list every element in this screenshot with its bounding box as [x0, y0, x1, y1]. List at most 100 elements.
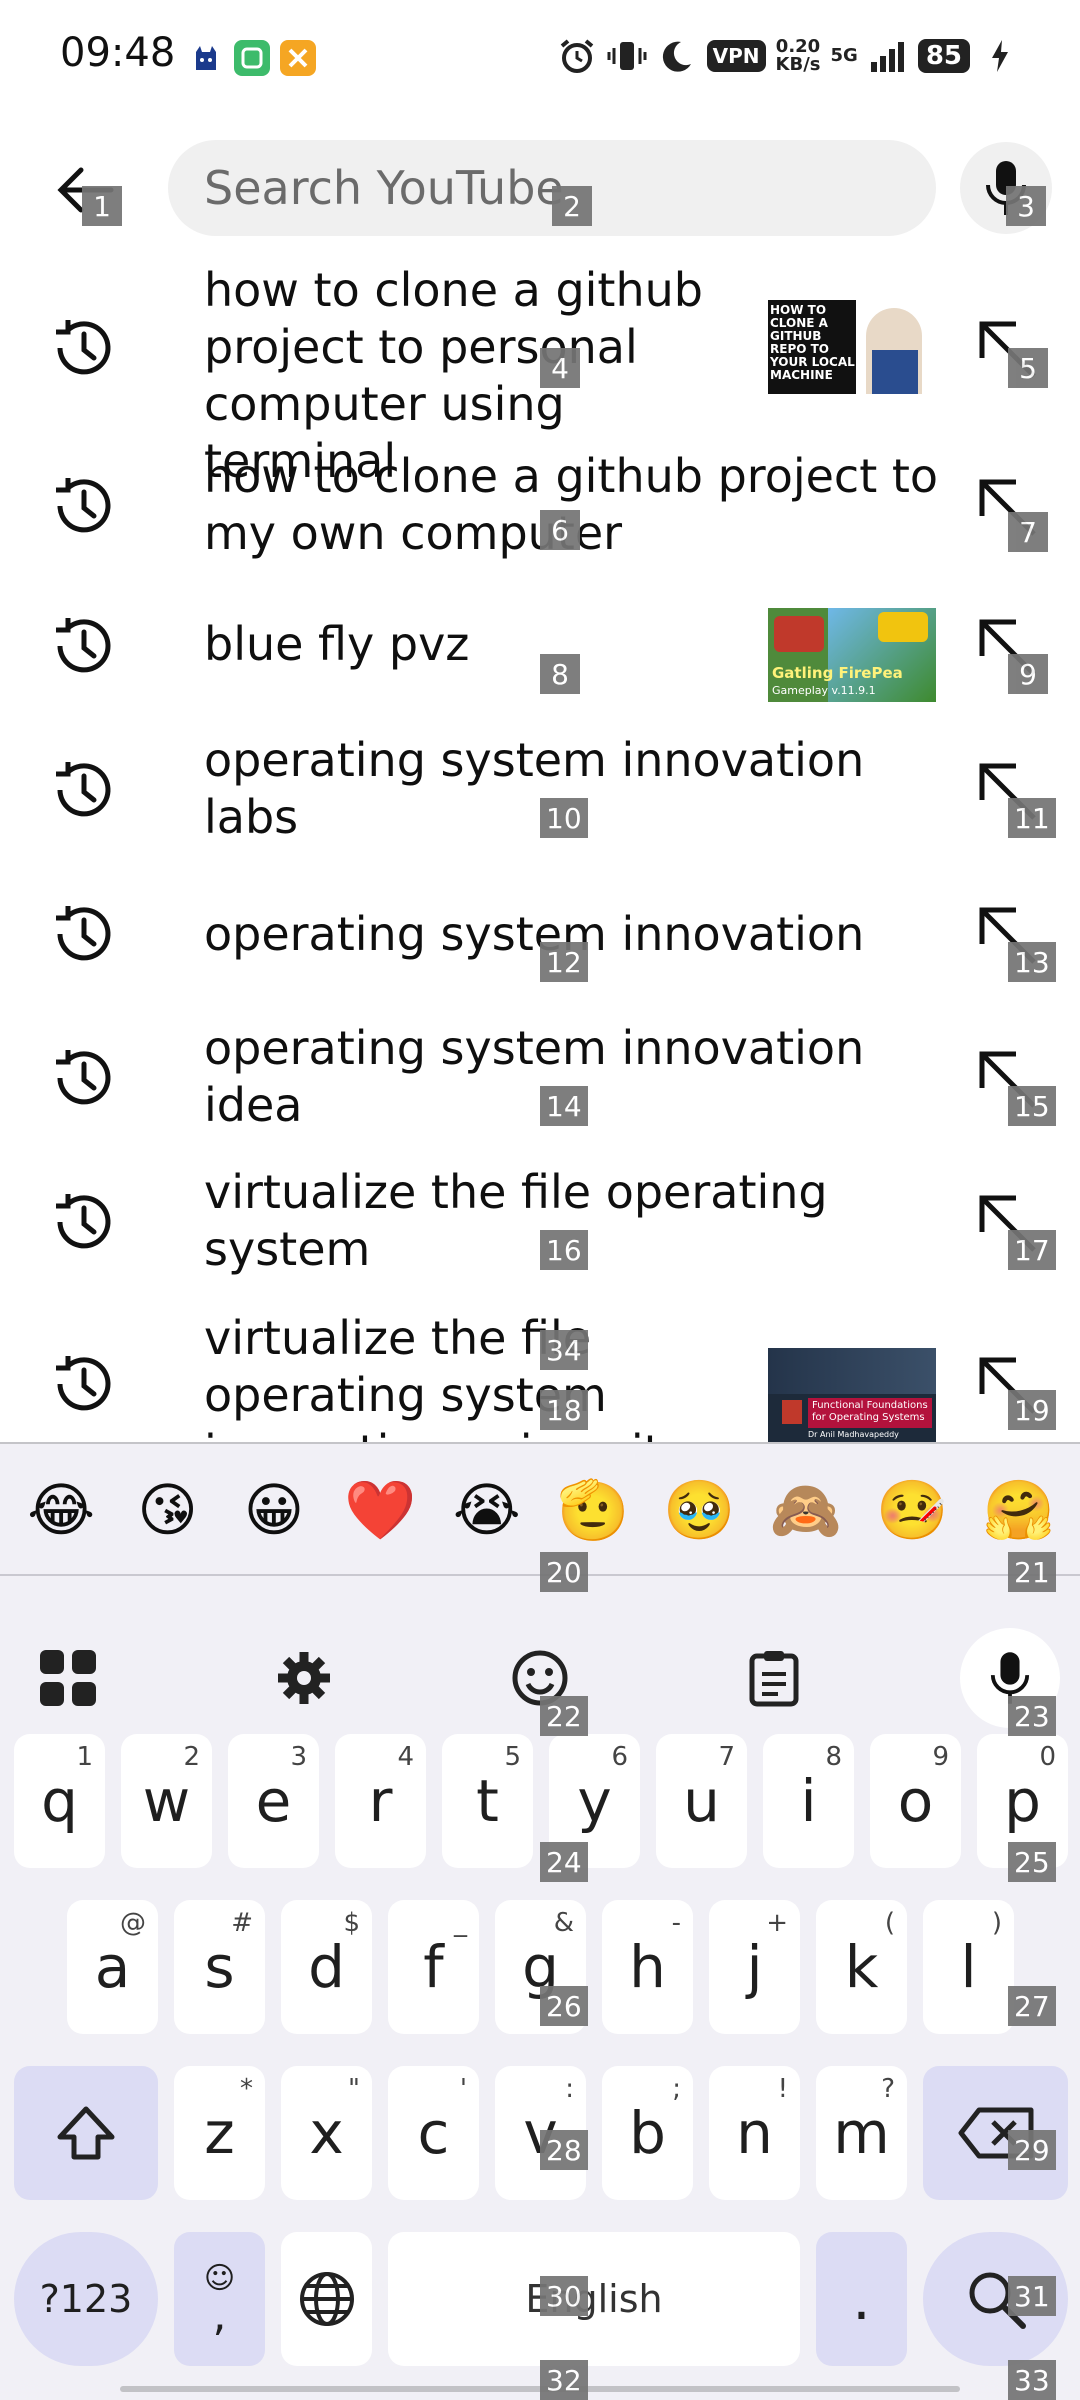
key-a[interactable]: a @ — [67, 1900, 158, 2034]
key-n[interactable]: n! — [709, 2066, 800, 2200]
key-hint: $ — [343, 1908, 360, 1938]
symbols-key[interactable]: ?123 — [14, 2232, 158, 2366]
key-h[interactable]: h- — [602, 1900, 693, 2034]
key-hint: 6 — [611, 1742, 628, 1772]
thumbnail-caption: Gatling FirePea — [772, 664, 903, 682]
apps-grid-button[interactable] — [28, 1638, 108, 1718]
key-c[interactable]: c ' — [388, 2066, 479, 2200]
key-label: l — [960, 1933, 977, 2001]
app-notification-icon — [234, 40, 270, 76]
space-key[interactable]: English — [388, 2232, 800, 2366]
globe-icon — [299, 2272, 354, 2326]
key-hint: ( — [884, 1908, 895, 1938]
language-key[interactable] — [281, 2232, 372, 2366]
key-j[interactable]: j + — [709, 1900, 800, 2034]
clipboard-button[interactable] — [734, 1638, 814, 1718]
key-label: h — [629, 1933, 666, 2001]
element-index-badge: 4 — [540, 348, 580, 388]
key-x[interactable]: x " — [281, 2066, 372, 2200]
keyboard-settings-button[interactable] — [264, 1638, 344, 1718]
key-hint: # — [231, 1908, 253, 1938]
emoji-key[interactable]: 😂 — [16, 1476, 106, 1544]
key-label: x — [309, 2099, 344, 2167]
key-q[interactable]: q1 — [14, 1734, 105, 1868]
emoji-key[interactable]: 🙈 — [761, 1476, 851, 1545]
key-hint: ; — [672, 2074, 681, 2104]
key-label: s — [204, 1933, 235, 2001]
suggestion-item[interactable]: how to clone a github project to my own … — [0, 442, 1080, 572]
key-hint: ' — [459, 2074, 467, 2104]
emoji-key[interactable]: 😭 — [442, 1476, 532, 1544]
emoji-key[interactable]: 😘 — [123, 1476, 213, 1544]
emoji-key[interactable]: 🥹 — [655, 1476, 745, 1545]
suggestion-text: virtualize the file operating system inn… — [204, 1311, 689, 1442]
suggestion-text: blue fly pvz — [204, 617, 470, 671]
element-index-badge: 9 — [1008, 654, 1048, 694]
key-hint: * — [240, 2074, 253, 2104]
do-not-disturb-moon-icon — [657, 36, 697, 76]
key-u[interactable]: u7 — [656, 1734, 747, 1868]
emoji-key[interactable]: 🫡 — [548, 1476, 638, 1545]
suggestion-item[interactable]: how to clone a github project to persona… — [0, 262, 1080, 488]
key-hint: 5 — [504, 1742, 521, 1772]
network-speed: 0.20 KB/s — [776, 38, 821, 74]
alarm-icon — [557, 36, 597, 76]
key-hint: - — [671, 1908, 681, 1938]
key-k[interactable]: k( — [816, 1900, 907, 2034]
speed-unit: KB/s — [775, 54, 821, 75]
element-index-badge: 33 — [1008, 2360, 1056, 2400]
key-f[interactable]: f _ — [388, 1900, 479, 2034]
element-index-badge: 14 — [540, 1086, 588, 1126]
status-bar: 09:48 VPN 0.20 KB/s 5G 85 — [0, 0, 1080, 110]
key-b[interactable]: b; — [602, 2066, 693, 2200]
emoji-key[interactable]: 🤗 — [974, 1476, 1064, 1545]
key-t[interactable]: t5 — [442, 1734, 533, 1868]
comma-key[interactable]: ☺ , — [174, 2232, 265, 2366]
key-hint: 1 — [76, 1742, 93, 1772]
key-hint: " — [348, 2074, 360, 2104]
element-index-badge: 2 — [552, 186, 592, 226]
element-index-badge: 25 — [1008, 1842, 1056, 1882]
key-label: k — [844, 1933, 879, 2001]
key-hint: 8 — [825, 1742, 842, 1772]
key-label: f — [423, 1933, 444, 2001]
network-type: 5G — [830, 45, 858, 66]
emoji-key[interactable]: 😀 — [229, 1476, 319, 1544]
emoji-key[interactable]: 🤒 — [867, 1476, 957, 1545]
key-label: q — [41, 1767, 78, 1835]
element-index-badge: 5 — [1008, 348, 1048, 388]
element-index-badge: 7 — [1008, 512, 1048, 552]
key-m[interactable]: m? — [816, 2066, 907, 2200]
shift-key[interactable] — [14, 2066, 158, 2200]
element-index-badge: 27 — [1008, 1986, 1056, 2026]
key-e[interactable]: e3 — [228, 1734, 319, 1868]
history-icon — [56, 618, 111, 673]
charging-bolt-icon — [980, 36, 1020, 76]
key-z[interactable]: z * — [174, 2066, 265, 2200]
suggestion-thumbnail: Functional Foundations for Operating Sys… — [768, 1348, 936, 1442]
thumbnail-caption: HOW TO CLONE A GITHUB REPO TO YOUR LOCAL… — [770, 303, 855, 382]
element-index-badge: 11 — [1008, 798, 1056, 838]
key-s[interactable]: s # — [174, 1900, 265, 2034]
emoji-key[interactable]: ❤️ — [335, 1476, 425, 1545]
key-w[interactable]: w2 — [121, 1734, 212, 1868]
element-index-badge: 1 — [82, 186, 122, 226]
key-hint: 9 — [932, 1742, 949, 1772]
status-time: 09:48 — [60, 30, 176, 76]
key-hint: 2 — [183, 1742, 200, 1772]
thumbnail-subcaption: Gameplay v.11.9.1 — [772, 684, 876, 697]
key-i[interactable]: i8 — [763, 1734, 854, 1868]
key-label: u — [683, 1767, 720, 1835]
period-key[interactable]: . — [816, 2232, 907, 2366]
history-icon — [56, 1356, 111, 1411]
key-label: , — [212, 2290, 227, 2341]
key-hint: 4 — [397, 1742, 414, 1772]
key-o[interactable]: o9 — [870, 1734, 961, 1868]
key-d[interactable]: d $ — [281, 1900, 372, 2034]
battery-level: 85 — [917, 39, 970, 73]
key-r[interactable]: r4 — [335, 1734, 426, 1868]
key-l[interactable]: l) — [923, 1900, 1014, 2034]
element-index-badge: 8 — [540, 654, 580, 694]
element-index-badge: 30 — [540, 2276, 588, 2316]
key-label: d — [308, 1933, 345, 2001]
